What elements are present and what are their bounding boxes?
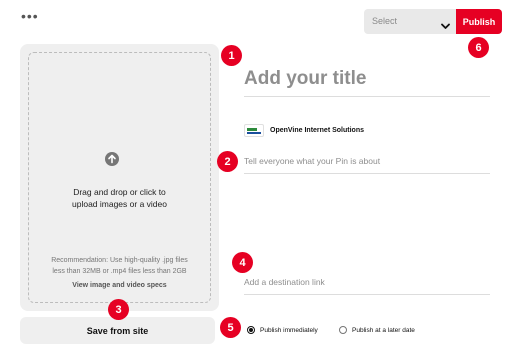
upload-arrow-icon [105,152,119,166]
board-select-value: Select [372,16,398,26]
chevron-down-icon [441,17,450,35]
account-row: OpenVine Internet Solutions [244,122,364,138]
recommendation-line-1: Recommendation: Use high-quality .jpg fi… [51,257,188,264]
annotation-marker-4: 4 [232,252,253,273]
publish-later-radio[interactable] [339,326,347,334]
account-name: OpenVine Internet Solutions [270,126,364,134]
publish-immediately-radio[interactable] [247,326,255,334]
publish-button[interactable]: Publish [456,9,502,34]
publish-immediately-label: Publish immediately [260,326,318,334]
view-specs-link[interactable]: View image and video specs [20,282,219,289]
publish-immediately-option[interactable]: Publish immediately [247,324,318,336]
save-from-site-button[interactable]: Save from site [20,317,215,344]
upload-prompt-line-1: Drag and drop or click to [73,187,166,197]
annotation-marker-5: 5 [220,317,241,338]
annotation-marker-2: 2 [217,151,238,172]
upload-prompt-line-2: upload images or a video [72,199,167,209]
title-input[interactable]: Add your title [244,66,490,97]
more-options-icon[interactable]: ••• [21,9,39,23]
description-input[interactable]: Tell everyone what your Pin is about [244,155,490,174]
destination-link-input[interactable]: Add a destination link [244,276,490,295]
board-select[interactable]: Select [364,9,456,34]
publish-later-option[interactable]: Publish at a later date [339,324,415,336]
annotation-marker-1: 1 [221,45,242,66]
upload-prompt: Drag and drop or click to upload images … [20,186,219,210]
publish-later-label: Publish at a later date [352,326,415,334]
account-logo [244,123,264,137]
annotation-marker-3: 3 [108,299,129,320]
upload-recommendation: Recommendation: Use high-quality .jpg fi… [20,255,219,277]
annotation-marker-6: 6 [468,37,489,58]
recommendation-line-2: less than 32MB or .mp4 files less than 2… [52,268,187,275]
